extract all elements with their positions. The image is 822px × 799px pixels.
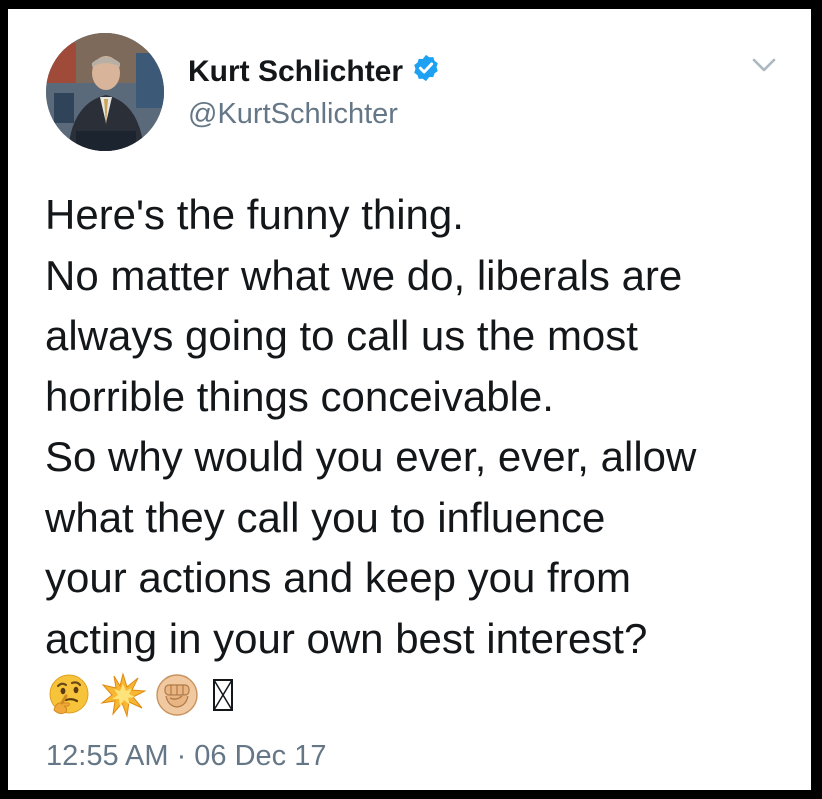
missing-glyph-box-icon xyxy=(208,672,238,718)
collision-icon xyxy=(100,672,147,718)
emoji-row xyxy=(46,669,246,721)
tweet-line: what they call you to influence xyxy=(45,493,606,541)
display-name[interactable]: Kurt Schlichter xyxy=(188,53,441,91)
tweet-card: Kurt Schlichter @KurtSchlichter Here's t… xyxy=(8,9,811,790)
tweet-text: Here's the funny thing. No matter what w… xyxy=(45,185,805,669)
tweet-line: No matter what we do, liberals are xyxy=(45,251,683,299)
thinking-face-icon xyxy=(46,672,92,718)
avatar-photo xyxy=(46,33,164,151)
user-handle[interactable]: @KurtSchlichter xyxy=(188,97,398,131)
tweet-timestamp[interactable]: 12:55 AM · 06 Dec 17 xyxy=(46,739,327,773)
avatar[interactable] xyxy=(46,33,164,151)
tweet-line: your actions and keep you from xyxy=(45,554,631,601)
tweet-line: Here's the funny thing. xyxy=(45,191,464,238)
display-name-text: Kurt Schlichter xyxy=(188,55,404,88)
tweet-line: horrible things conceivable. xyxy=(45,372,554,420)
raised-fist-icon xyxy=(154,672,200,718)
chevron-down-icon[interactable] xyxy=(749,53,779,77)
verified-badge-icon xyxy=(411,53,441,91)
tweet-line: always going to call us the most xyxy=(45,312,638,359)
tweet-line: acting in your own best interest? xyxy=(45,614,648,662)
tweet-line: So why would you ever, ever, allow xyxy=(45,433,697,480)
